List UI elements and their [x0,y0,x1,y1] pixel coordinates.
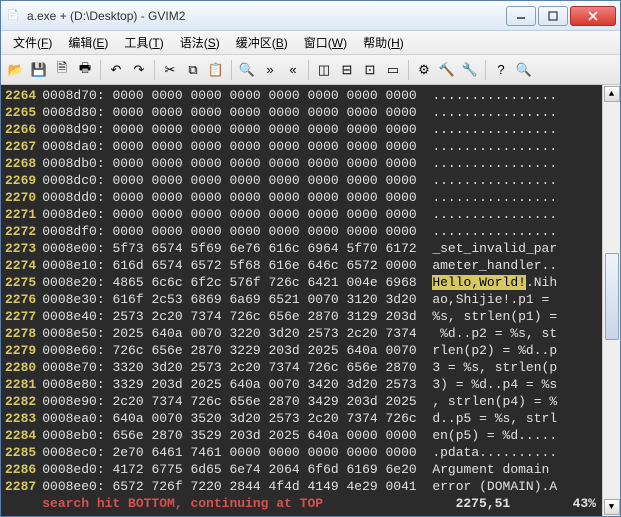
menubar: 文件(F)编辑(E)工具(T)语法(S)缓冲区(B)窗口(W)帮助(H) [1,31,620,55]
undo-icon: ↶ [111,62,122,78]
redo-button[interactable]: ↷ [128,59,150,81]
findnext-button[interactable]: » [259,59,281,81]
shell-icon: ⚙ [418,62,430,78]
help-icon: ? [497,62,504,77]
tag-button[interactable]: 🔧 [459,59,481,81]
menu-item[interactable]: 工具(T) [116,32,171,53]
save-icon: 💾 [31,62,47,78]
findhelp-icon: 🔍 [516,62,532,78]
toolbar: 📂 💾 🗎 🖶 ↶ ↷ ✂ ⧉ 📋 🔍 » « ◫ ⊟ ⊡ ▭ ⚙ 🔨 🔧? 🔍 [1,55,620,85]
menu-item[interactable]: 编辑(E) [60,32,116,53]
copy-button[interactable]: ⧉ [182,59,204,81]
findhelp-button[interactable]: 🔍 [513,59,535,81]
save-button[interactable]: 💾 [28,59,50,81]
split-icon: ⊟ [342,62,353,78]
maximize-button[interactable] [538,6,568,26]
paste-button[interactable]: 📋 [205,59,227,81]
toolbar-separator [308,60,309,80]
maximize-icon: ⊡ [365,62,376,78]
editor[interactable]: 2264226522662267226822692270227122722273… [1,85,620,516]
menu-item[interactable]: 帮助(H) [355,32,412,53]
scroll-down-arrow[interactable]: ▼ [604,499,620,515]
new-button[interactable]: ◫ [313,59,335,81]
shell-button[interactable]: ⚙ [413,59,435,81]
toolbar-separator [231,60,232,80]
scroll-track[interactable] [605,104,619,497]
new-icon: ◫ [318,62,330,78]
titlebar[interactable]: 📄 a.exe + (D:\Desktop) - GVIM2 [1,1,620,31]
open-button[interactable]: 📂 [5,59,27,81]
saveall-button[interactable]: 🗎 [51,59,73,81]
menu-item[interactable]: 缓冲区(B) [228,32,296,53]
paste-icon: 📋 [208,62,224,78]
toolbar-separator [408,60,409,80]
line-number-gutter: 2264226522662267226822692270227122722273… [1,85,42,516]
find-icon: 🔍 [239,62,255,78]
make-icon: 🔨 [439,62,455,78]
code-area[interactable]: 0008d70: 0000 0000 0000 0000 0000 0000 0… [42,85,602,516]
open-icon: 📂 [8,62,24,78]
onewin-button[interactable]: ▭ [382,59,404,81]
print-button[interactable]: 🖶 [74,59,96,81]
scroll-thumb[interactable] [605,253,619,339]
make-button[interactable]: 🔨 [436,59,458,81]
findnext-icon: » [266,62,273,77]
vertical-scrollbar[interactable]: ▲ ▼ [602,85,620,516]
toolbar-separator [154,60,155,80]
split-button[interactable]: ⊟ [336,59,358,81]
onewin-icon: ▭ [387,62,399,78]
saveall-icon: 🗎 [57,59,67,81]
app-window: 📄 a.exe + (D:\Desktop) - GVIM2 文件(F)编辑(E… [0,0,621,517]
copy-icon: ⧉ [188,62,197,78]
close-button[interactable] [570,6,616,26]
cut-icon: ✂ [165,62,176,78]
find-button[interactable]: 🔍 [236,59,258,81]
menu-item[interactable]: 文件(F) [5,32,60,53]
help-button[interactable]: ? [490,59,512,81]
findprev-button[interactable]: « [282,59,304,81]
print-icon: 🖶 [79,59,91,81]
scroll-up-arrow[interactable]: ▲ [604,86,620,102]
tag-icon: 🔧 [462,62,478,78]
findprev-icon: « [289,62,296,77]
menu-item[interactable]: 窗口(W) [296,32,355,53]
toolbar-separator [485,60,486,80]
window-title: a.exe + (D:\Desktop) - GVIM2 [27,9,506,23]
app-icon: 📄 [5,8,21,24]
toolbar-separator [100,60,101,80]
cut-button[interactable]: ✂ [159,59,181,81]
undo-button[interactable]: ↶ [105,59,127,81]
maximize-button[interactable]: ⊡ [359,59,381,81]
menu-item[interactable]: 语法(S) [172,32,228,53]
redo-icon: ↷ [134,62,145,78]
minimize-button[interactable] [506,6,536,26]
